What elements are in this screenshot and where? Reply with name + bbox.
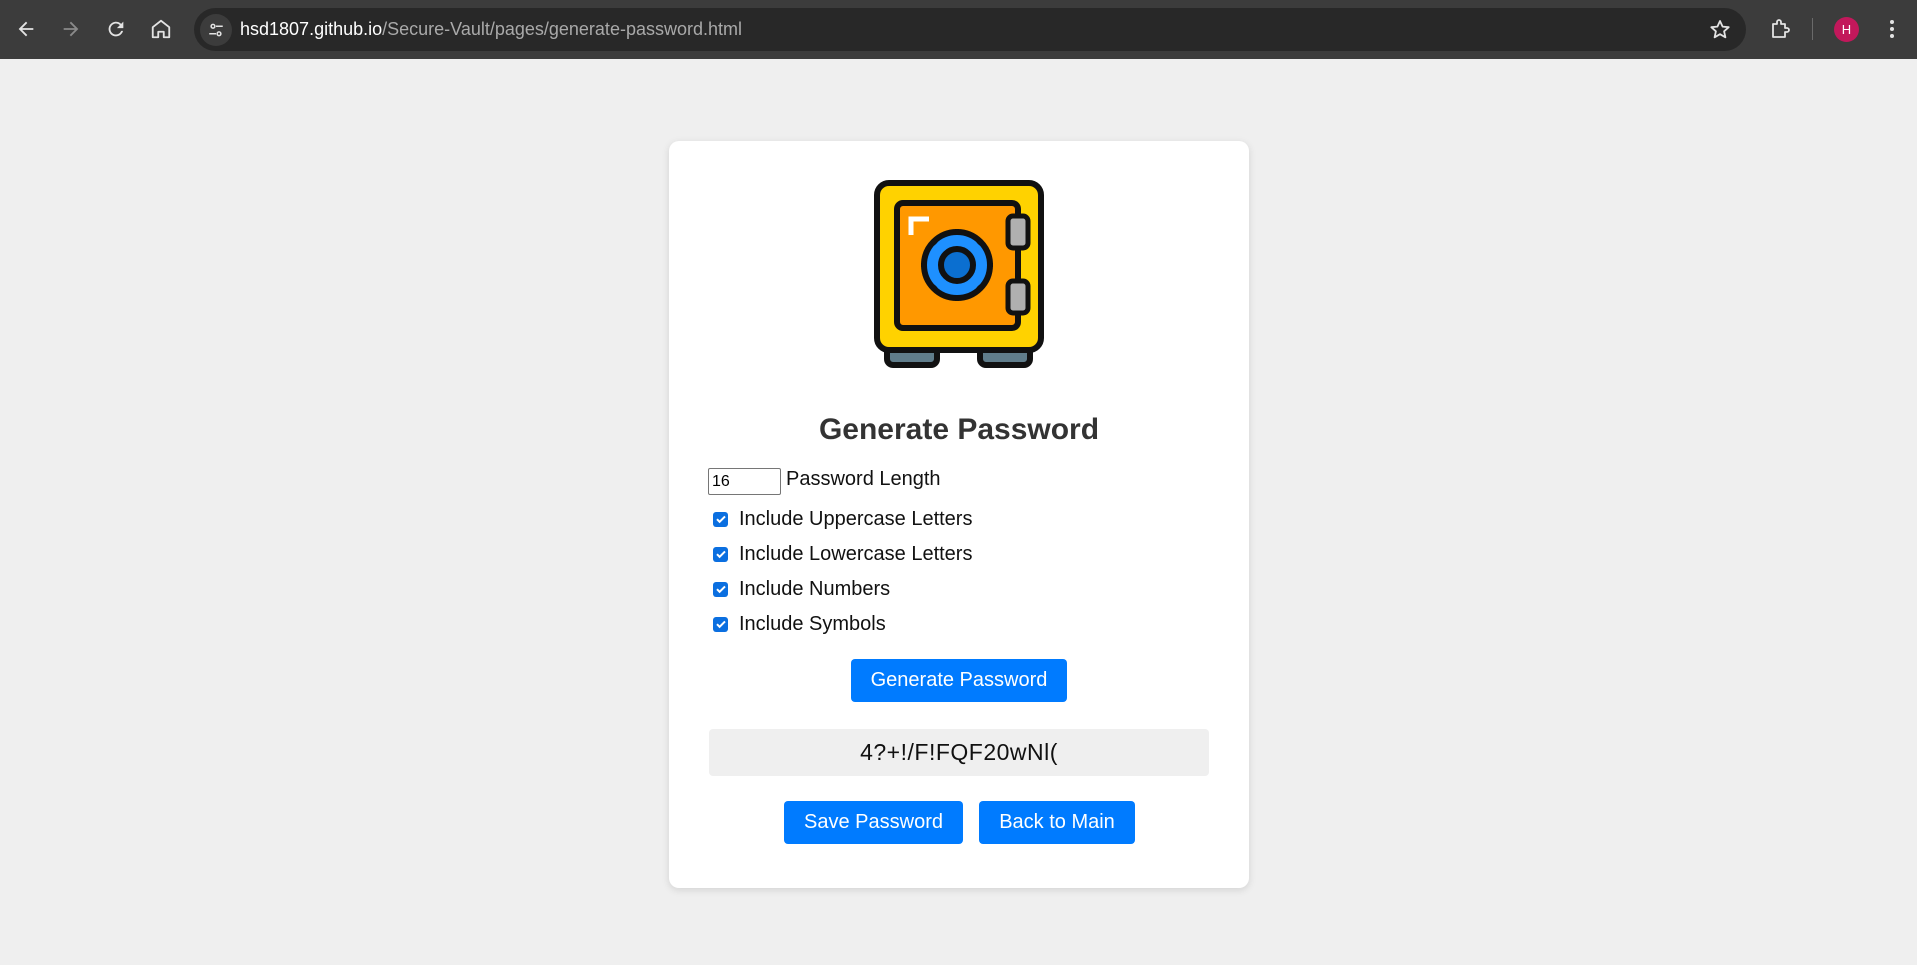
site-info-button[interactable] [200,14,232,46]
extensions-button[interactable] [1764,13,1796,45]
lowercase-label: Include Lowercase Letters [739,542,973,565]
option-uppercase[interactable]: Include Uppercase Letters [713,507,972,531]
browser-menu-button[interactable] [1876,13,1908,45]
numbers-label: Include Numbers [739,577,891,600]
uppercase-checkbox[interactable] [713,511,728,527]
address-bar[interactable]: hsd1807.github.io/Secure-Vault/pages/gen… [194,8,1746,51]
lowercase-checkbox[interactable] [713,546,728,562]
safe-vault-icon [874,180,1044,368]
symbols-label: Include Symbols [739,612,886,635]
option-symbols[interactable]: Include Symbols [713,612,886,636]
uppercase-label: Include Uppercase Letters [739,507,973,530]
arrow-left-icon [18,21,34,37]
arrow-right-icon [63,21,79,37]
checkmark-icon [715,550,726,559]
option-lowercase[interactable]: Include Lowercase Letters [713,542,972,566]
toolbar-divider [1812,18,1813,40]
url-text[interactable]: hsd1807.github.io/Secure-Vault/pages/gen… [240,19,742,40]
reload-icon [108,21,124,37]
checkmark-icon [715,620,726,629]
browser-toolbar: hsd1807.github.io/Secure-Vault/pages/gen… [0,0,1917,59]
generator-card: Generate Password Password Length Includ… [669,141,1249,888]
generate-password-button[interactable]: Generate Password [851,659,1067,702]
home-button[interactable] [143,11,179,47]
option-numbers[interactable]: Include Numbers [713,577,890,601]
tune-icon [209,23,223,37]
checkmark-icon [715,585,726,594]
url-path: /Secure-Vault/pages/generate-password.ht… [382,19,742,39]
back-nav-button[interactable] [8,11,44,47]
home-icon [151,19,171,39]
generated-password-output: 4?+!/F!FQF20wNl( [709,729,1209,776]
symbols-checkbox[interactable] [713,616,728,632]
page-title: Generate Password [818,413,1100,446]
password-length-label: Password Length [786,468,941,490]
password-length-input[interactable] [708,468,781,495]
bookmark-star-icon[interactable] [1708,18,1732,42]
back-to-main-button[interactable]: Back to Main [979,801,1135,844]
puzzle-icon [1772,19,1790,38]
forward-nav-button[interactable] [53,11,89,47]
reload-button[interactable] [98,11,134,47]
save-password-button[interactable]: Save Password [784,801,963,844]
url-host: hsd1807.github.io [240,19,383,39]
checkmark-icon [715,515,726,524]
numbers-checkbox[interactable] [713,581,728,597]
kebab-menu-icon [1890,20,1894,38]
profile-avatar[interactable]: H [1834,17,1859,42]
